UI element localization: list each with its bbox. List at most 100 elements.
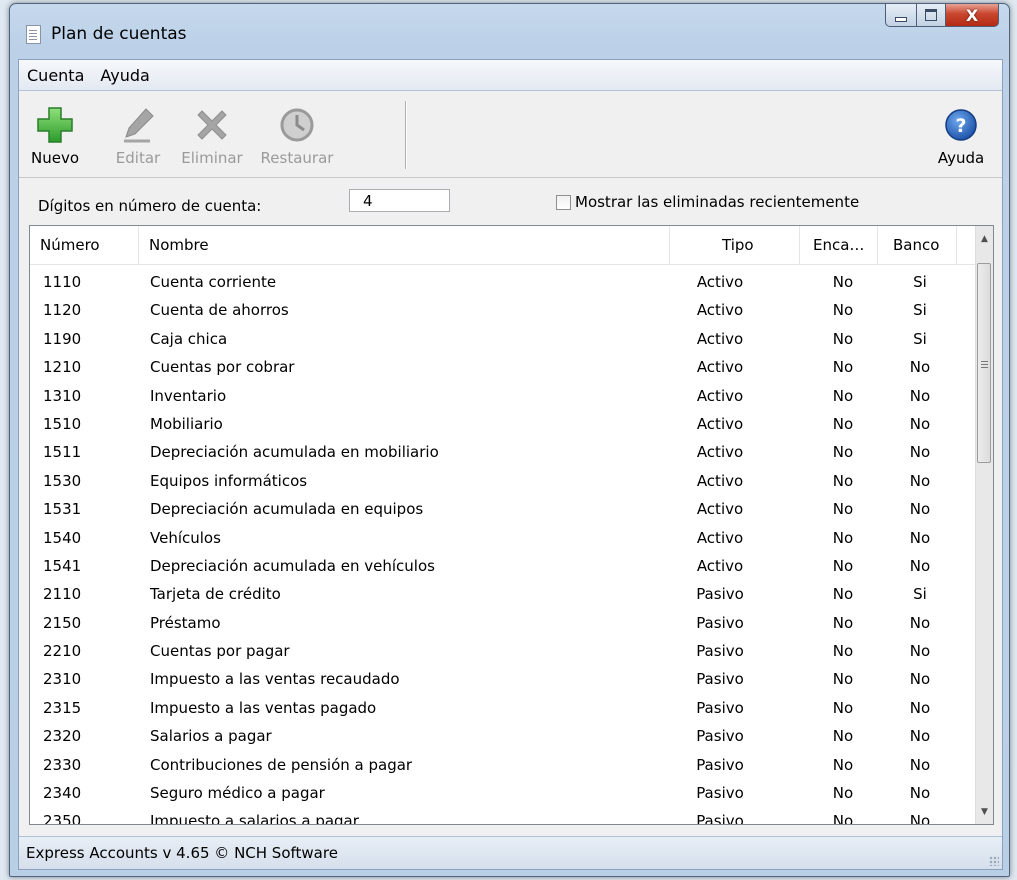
- cell-tipo: Pasivo: [696, 698, 744, 717]
- cell-nombre: Depreciación acumulada en vehículos: [150, 556, 435, 575]
- cell-encabezado: No: [832, 471, 854, 490]
- nuevo-button[interactable]: Nuevo: [19, 103, 91, 167]
- restore-clock-icon: [280, 108, 314, 142]
- cell-encabezado: No: [832, 386, 854, 405]
- table-row[interactable]: 1510 Mobiliario Activo No No: [30, 410, 975, 438]
- title-bar[interactable]: Plan de cuentas X: [10, 4, 1009, 59]
- maximize-button[interactable]: [917, 4, 946, 27]
- cell-nombre: Depreciación acumulada en mobiliario: [150, 443, 439, 462]
- cell-tipo: Activo: [696, 556, 744, 575]
- cell-numero: 2320: [43, 727, 82, 746]
- cell-tipo: Activo: [696, 528, 744, 547]
- table-row[interactable]: 2310 Impuesto a las ventas recaudado Pasiv…: [30, 665, 975, 693]
- cell-numero: 1531: [43, 500, 82, 519]
- table-row[interactable]: 2320 Salarios a pagar Pasivo No No: [30, 722, 975, 750]
- editar-button[interactable]: Editar: [102, 103, 174, 167]
- cell-encabezado: No: [832, 443, 854, 462]
- table-row[interactable]: 1531 Depreciación acumulada en equipos Act…: [30, 495, 975, 523]
- cell-encabezado: No: [832, 727, 854, 746]
- menu-cuenta[interactable]: Cuenta: [19, 66, 92, 85]
- cell-banco: No: [909, 528, 931, 547]
- cell-numero: 1540: [43, 528, 82, 547]
- table-row[interactable]: 1540 Vehículos Activo No No: [30, 524, 975, 552]
- menu-ayuda[interactable]: Ayuda: [92, 66, 157, 85]
- cell-banco: No: [909, 500, 931, 519]
- cell-numero: 1541: [43, 556, 82, 575]
- cell-nombre: Tarjeta de crédito: [150, 585, 281, 604]
- cell-nombre: Depreciación acumulada en equipos: [150, 500, 424, 519]
- cell-encabezado: No: [832, 329, 854, 348]
- scroll-up-arrow-icon[interactable]: ▲: [976, 230, 993, 247]
- cell-encabezado: No: [832, 613, 854, 632]
- cell-numero: 2330: [43, 755, 82, 774]
- cell-nombre: Impuesto a las ventas recaudado: [150, 670, 400, 689]
- table-row[interactable]: 2210 Cuentas por pagar Pasivo No No: [30, 637, 975, 665]
- cell-nombre: Equipos informáticos: [150, 471, 308, 490]
- resize-grip-icon[interactable]: [989, 856, 999, 866]
- header-banco[interactable]: Banco: [878, 226, 957, 264]
- cell-banco: No: [909, 556, 931, 575]
- ayuda-button[interactable]: ? Ayuda: [925, 103, 997, 167]
- document-icon: [26, 25, 41, 44]
- cell-banco: Si: [913, 273, 927, 291]
- vertical-scrollbar[interactable]: ▲ ▼: [975, 226, 993, 824]
- header-tipo[interactable]: Tipo: [670, 226, 800, 264]
- header-encabezado[interactable]: Enca…: [800, 226, 878, 264]
- cell-encabezado: No: [832, 698, 854, 717]
- table-row[interactable]: 2330 Contribuciones de pensión a pagar Pas…: [30, 751, 975, 779]
- cell-encabezado: No: [832, 500, 854, 519]
- header-numero[interactable]: Número: [30, 226, 139, 264]
- table-row[interactable]: 2350 Impuesto a salarios a pagar Pasivo No N…: [30, 807, 975, 824]
- accounts-table: Número Nombre Tipo Enca… Banco 1110 Cuent…: [29, 225, 994, 825]
- show-deleted-checkbox[interactable]: [556, 195, 571, 210]
- scroll-thumb[interactable]: [977, 263, 991, 463]
- cell-numero: 2315: [43, 698, 82, 717]
- table-row[interactable]: 1511 Depreciación acumulada en mobiliario…: [30, 438, 975, 466]
- svg-text:?: ?: [955, 115, 966, 137]
- table-row[interactable]: 1530 Equipos informáticos Activo No No: [30, 467, 975, 495]
- cell-encabezado: No: [832, 670, 854, 689]
- cell-numero: 1511: [43, 443, 82, 462]
- cell-nombre: Cuenta corriente: [150, 273, 277, 291]
- close-button[interactable]: X: [946, 4, 999, 27]
- eliminar-button[interactable]: Eliminar: [176, 103, 248, 167]
- digits-input[interactable]: [349, 189, 450, 212]
- header-nombre[interactable]: Nombre: [139, 226, 670, 264]
- table-row[interactable]: 1541 Depreciación acumulada en vehículos A…: [30, 552, 975, 580]
- table-row[interactable]: 1120 Cuenta de ahorros Activo No Si: [30, 296, 975, 324]
- cell-nombre: Impuesto a las ventas pagado: [150, 698, 377, 717]
- minimize-icon: [895, 16, 907, 22]
- minimize-button[interactable]: [885, 4, 917, 27]
- window-controls: X: [885, 4, 999, 31]
- cell-numero: 2210: [43, 642, 82, 661]
- cell-banco: No: [909, 755, 931, 774]
- cell-numero: 2310: [43, 670, 82, 689]
- table-row[interactable]: 2340 Seguro médico a pagar Pasivo No No: [30, 779, 975, 807]
- cell-banco: No: [909, 471, 931, 490]
- table-row[interactable]: 2150 Préstamo Pasivo No No: [30, 609, 975, 637]
- cell-nombre: Cuentas por cobrar: [150, 358, 295, 377]
- table-row[interactable]: 1210 Cuentas por cobrar Activo No No: [30, 353, 975, 381]
- table-row[interactable]: 2110 Tarjeta de crédito Pasivo No Si: [30, 580, 975, 608]
- restaurar-label: Restaurar: [260, 149, 334, 167]
- menu-bar: Cuenta Ayuda: [19, 60, 1002, 91]
- show-deleted-label[interactable]: Mostrar las eliminadas recientemente: [575, 193, 859, 211]
- cell-nombre: Seguro médico a pagar: [150, 784, 325, 803]
- table-row[interactable]: 1190 Caja chica Activo No Si: [30, 325, 975, 353]
- restaurar-button[interactable]: Restaurar: [247, 103, 347, 167]
- cell-tipo: Pasivo: [696, 642, 744, 661]
- table-row[interactable]: 1310 Inventario Activo No No: [30, 382, 975, 410]
- cell-tipo: Activo: [696, 386, 744, 405]
- cell-tipo: Pasivo: [696, 727, 744, 746]
- cell-encabezado: No: [832, 642, 854, 661]
- cell-numero: 1110: [43, 273, 82, 291]
- status-bar: Express Accounts v 4.65 © NCH Software: [19, 836, 1002, 869]
- cell-numero: 2150: [43, 613, 82, 632]
- table-row[interactable]: 2315 Impuesto a las ventas pagado Pasivo No…: [30, 694, 975, 722]
- cell-encabezado: No: [832, 358, 854, 377]
- cell-tipo: Activo: [696, 443, 744, 462]
- scroll-down-arrow-icon[interactable]: ▼: [976, 803, 993, 820]
- table-header: Número Nombre Tipo Enca… Banco: [30, 226, 975, 265]
- table-row[interactable]: 1110 Cuenta corriente Activo No Si: [30, 268, 975, 296]
- cell-tipo: Pasivo: [696, 670, 744, 689]
